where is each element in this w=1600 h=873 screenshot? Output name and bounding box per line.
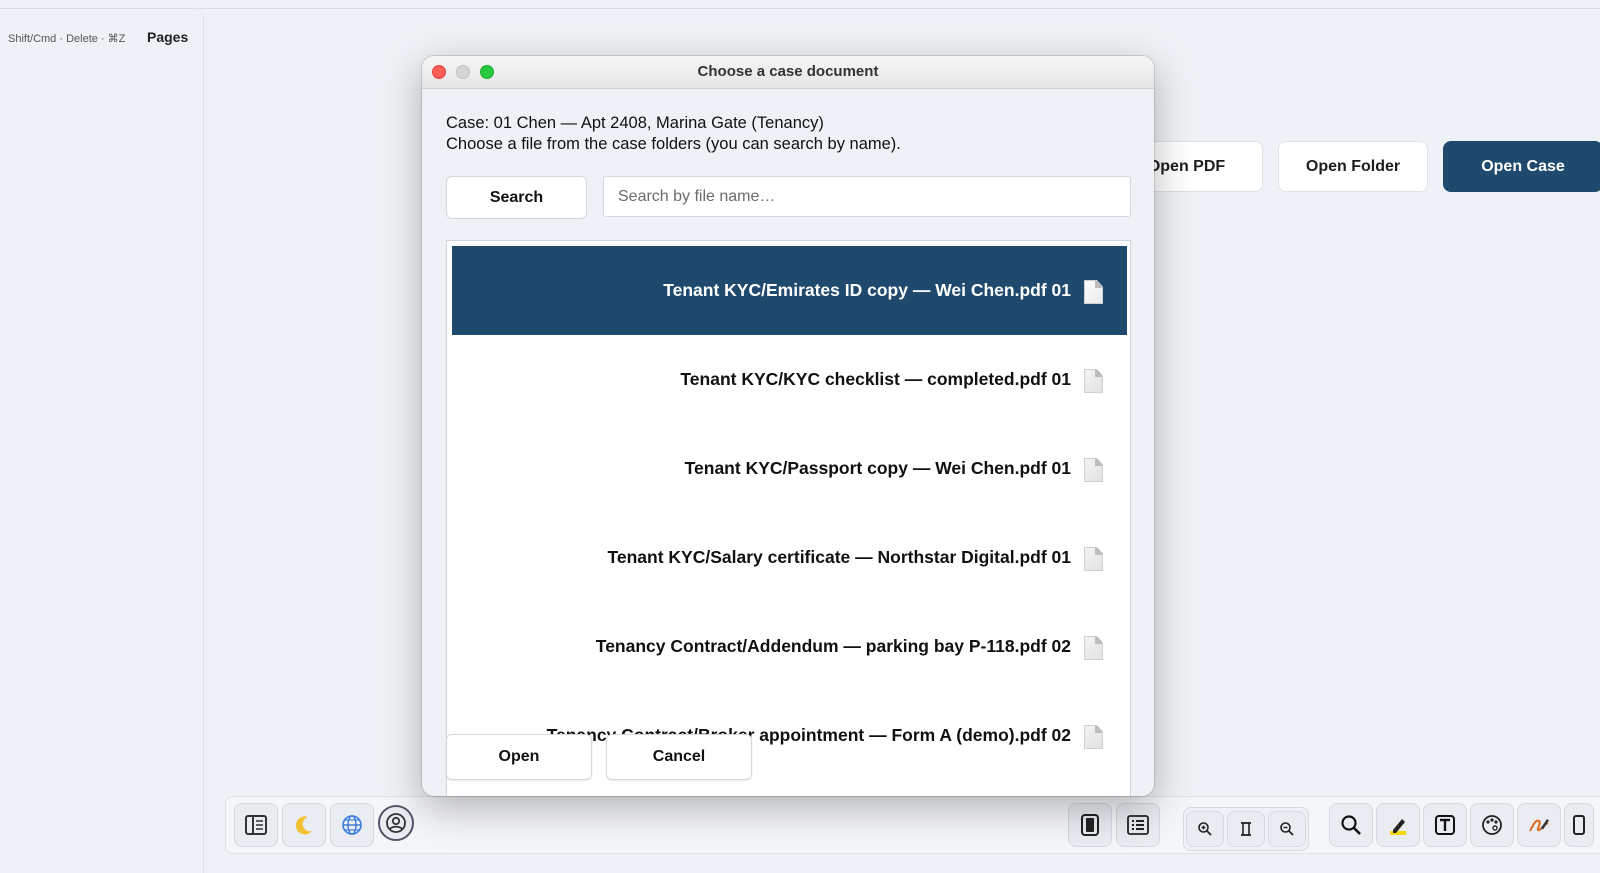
- file-list-item[interactable]: Tenancy Contract/Addendum — parking bay …: [452, 602, 1127, 691]
- fit-width-icon[interactable]: [1227, 811, 1265, 847]
- user-circle-icon[interactable]: [378, 805, 414, 841]
- bottom-toolbar: [225, 796, 1600, 854]
- text-box-icon[interactable]: [1423, 803, 1467, 847]
- document-icon: [1084, 280, 1103, 304]
- choose-document-dialog: Choose a case document Case: 01 Chen — A…: [422, 56, 1154, 796]
- file-list-item[interactable]: Tenant KYC/KYC checklist — completed.pdf…: [452, 335, 1127, 424]
- open-folder-button[interactable]: Open Folder: [1278, 141, 1428, 192]
- search-input[interactable]: [603, 176, 1131, 217]
- file-name-label: Tenant KYC/Emirates ID copy — Wei Chen.p…: [663, 280, 1071, 300]
- search-button[interactable]: Search: [446, 176, 587, 219]
- file-list[interactable]: Tenant KYC/Emirates ID copy — Wei Chen.p…: [446, 240, 1131, 796]
- sidebar: Shift/Cmd · Delete · ⌘Z Pages: [0, 10, 204, 873]
- globe-icon[interactable]: [330, 803, 374, 847]
- top-divider: [0, 8, 1600, 9]
- file-name-label: Tenant KYC/Salary certificate — Northsta…: [607, 547, 1071, 567]
- single-page-icon[interactable]: [1068, 803, 1112, 847]
- zoom-out-icon[interactable]: [1268, 811, 1306, 847]
- dialog-title: Choose a case document: [697, 63, 879, 80]
- open-button[interactable]: Open: [446, 734, 592, 780]
- list-view-icon[interactable]: [1116, 803, 1160, 847]
- sidebar-toggle-icon[interactable]: [234, 803, 278, 847]
- file-name-label: Tenant KYC/Passport copy — Wei Chen.pdf …: [684, 458, 1071, 478]
- file-list-item[interactable]: Tenant KYC/Salary certificate — Northsta…: [452, 513, 1127, 602]
- dialog-titlebar: Choose a case document: [422, 56, 1154, 89]
- palette-icon[interactable]: [1470, 803, 1514, 847]
- instruction-text: Choose a file from the case folders (you…: [446, 135, 901, 153]
- file-list-item-selected[interactable]: Tenant KYC/Emirates ID copy — Wei Chen.p…: [452, 246, 1127, 335]
- document-icon: [1084, 369, 1103, 393]
- document-icon: [1084, 547, 1103, 571]
- zoom-group: [1183, 807, 1309, 851]
- document-icon: [1084, 725, 1103, 749]
- more-tools-icon[interactable]: [1564, 803, 1594, 847]
- document-icon: [1084, 458, 1103, 482]
- open-case-button[interactable]: Open Case: [1443, 141, 1600, 192]
- cancel-button[interactable]: Cancel: [606, 734, 752, 780]
- signature-icon[interactable]: [1517, 803, 1561, 847]
- moon-icon[interactable]: [282, 803, 326, 847]
- shortcut-hint: Shift/Cmd · Delete · ⌘Z: [8, 33, 126, 45]
- document-icon: [1084, 636, 1103, 660]
- file-list-item[interactable]: Tenant KYC/Passport copy — Wei Chen.pdf …: [452, 424, 1127, 513]
- case-label: Case: 01 Chen — Apt 2408, Marina Gate (T…: [446, 114, 824, 132]
- pages-heading: Pages: [147, 29, 189, 45]
- highlighter-icon[interactable]: [1376, 803, 1420, 847]
- file-name-label: Tenant KYC/KYC checklist — completed.pdf…: [680, 369, 1071, 389]
- zoom-in-icon[interactable]: [1186, 811, 1224, 847]
- search-icon[interactable]: [1329, 803, 1373, 847]
- file-name-label: Tenancy Contract/Addendum — parking bay …: [595, 636, 1071, 656]
